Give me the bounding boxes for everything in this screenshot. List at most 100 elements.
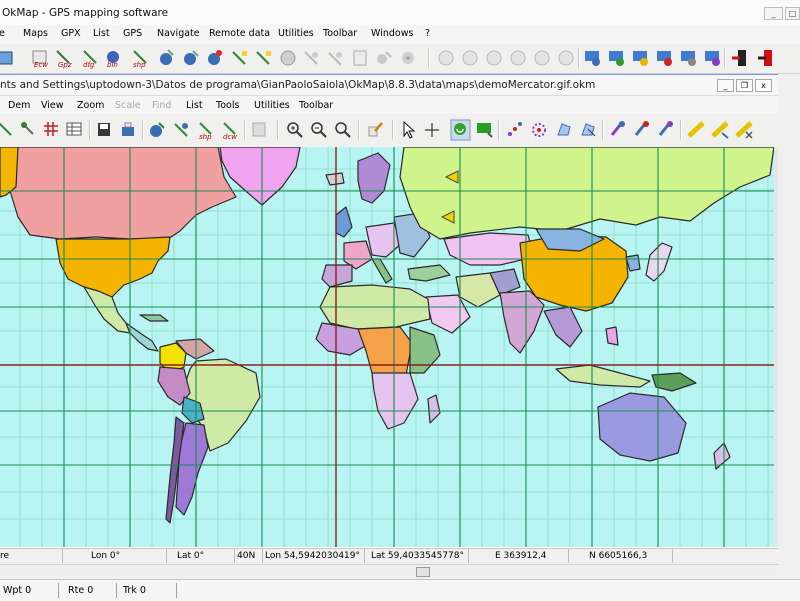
marker-purple-icon[interactable] <box>608 119 629 141</box>
gps-upload-icon[interactable] <box>156 47 177 69</box>
status-info <box>176 583 800 598</box>
waypoint-dots-icon[interactable] <box>505 119 526 141</box>
grid-icon[interactable] <box>41 119 62 141</box>
remote-data-icon[interactable] <box>254 47 275 69</box>
document-menu-bar: Dem View Zoom Scale Find List Tools Util… <box>0 96 778 114</box>
menu-maps[interactable]: Maps <box>23 28 48 39</box>
earth-icon[interactable] <box>302 47 323 69</box>
edit-icon[interactable] <box>365 119 386 141</box>
close-icon[interactable] <box>756 47 777 69</box>
route-gray-icon[interactable] <box>556 47 577 69</box>
doc-menu-zoom[interactable]: Zoom <box>77 100 104 111</box>
map-view[interactable] <box>0 147 774 547</box>
measure-icon[interactable] <box>578 119 599 141</box>
doc-menu-toolbar[interactable]: Toolbar <box>299 100 333 111</box>
document-restore-button[interactable]: ❐ <box>736 79 753 92</box>
gps-download-icon[interactable] <box>180 47 201 69</box>
ruler-icon[interactable] <box>686 119 707 141</box>
tools-icon[interactable] <box>18 119 39 141</box>
print-icon[interactable] <box>350 47 371 69</box>
map-info-icon[interactable] <box>118 119 139 141</box>
gps-green-icon[interactable] <box>606 47 627 69</box>
zoom-out-icon[interactable] <box>308 119 329 141</box>
globe-icon[interactable] <box>436 47 457 69</box>
document-minimize-button[interactable]: _ <box>717 79 734 92</box>
export-icon[interactable] <box>374 47 395 69</box>
network-icon[interactable] <box>460 47 481 69</box>
doc-menu-list[interactable]: List <box>186 100 203 111</box>
document-close-button[interactable]: x <box>755 79 772 92</box>
route-dots-icon[interactable] <box>529 119 550 141</box>
status-lon0: Lon 0° <box>62 549 166 563</box>
doc-menu-find[interactable]: Find <box>152 100 171 111</box>
maximize-button[interactable]: □ <box>785 7 800 20</box>
zoom-fit-icon[interactable] <box>332 119 353 141</box>
cursor-icon[interactable] <box>422 119 443 141</box>
gps-status-icon[interactable] <box>474 119 495 141</box>
doc-menu-tools[interactable]: Tools <box>216 100 239 111</box>
gps-yellow-icon[interactable] <box>630 47 651 69</box>
calibrate-icon[interactable] <box>0 119 17 141</box>
app-title-bar[interactable]: OkMap - GPS mapping software _ □ <box>0 0 800 25</box>
satellite-icon[interactable] <box>278 47 299 69</box>
layers-icon[interactable] <box>326 47 347 69</box>
svg-text:dcw: dcw <box>223 133 237 141</box>
save-map-icon[interactable] <box>94 119 115 141</box>
menu-navigate[interactable]: Navigate <box>157 28 200 39</box>
document-title: nts and Settings\uptodown-3\Datos de pro… <box>0 79 596 91</box>
ruler-x-icon[interactable] <box>734 119 755 141</box>
doc-menu-utilities[interactable]: Utilities <box>254 100 290 111</box>
doc-menu-dem[interactable]: Dem <box>8 100 30 111</box>
gps-red-icon[interactable] <box>654 47 675 69</box>
minimize-button[interactable]: _ <box>764 7 783 20</box>
menu-toolbar[interactable]: Toolbar <box>323 28 357 39</box>
gps-icon[interactable] <box>204 47 225 69</box>
zoom-in-icon[interactable] <box>284 119 305 141</box>
settings-icon[interactable] <box>398 47 419 69</box>
menu-utilities[interactable]: Utilities <box>278 28 314 39</box>
pointer-icon[interactable] <box>398 119 419 141</box>
gps-connect-icon[interactable] <box>450 119 471 141</box>
waypoint-gray-icon[interactable] <box>532 47 553 69</box>
menu-gpx[interactable]: GPX <box>61 28 81 39</box>
app-menu-icon[interactable]: e <box>0 28 5 39</box>
menu-remote-data[interactable]: Remote data <box>209 28 270 39</box>
route-icon[interactable]: bin <box>104 47 125 69</box>
marker-blue-icon[interactable] <box>632 119 653 141</box>
map-horizontal-scrollbar[interactable] <box>0 564 778 579</box>
gpx-ecw-icon[interactable]: Ecw <box>30 47 51 69</box>
gps-blue-icon[interactable] <box>582 47 603 69</box>
doc-menu-scale[interactable]: Scale <box>115 100 141 111</box>
ruler-check-icon[interactable] <box>710 119 731 141</box>
menu-list[interactable]: List <box>93 28 110 39</box>
server-icon[interactable] <box>484 47 505 69</box>
document-title-bar[interactable]: nts and Settings\uptodown-3\Datos de pro… <box>0 75 778 96</box>
grid-gray-icon[interactable] <box>508 47 529 69</box>
menu-windows[interactable]: Windows <box>371 28 413 39</box>
status-trk-count: Trk 0 <box>116 583 176 598</box>
wpt-blue-icon[interactable] <box>147 119 168 141</box>
marker-edit-icon[interactable] <box>656 119 677 141</box>
map-document-window[interactable]: nts and Settings\uptodown-3\Datos de pro… <box>0 74 779 580</box>
menu-gps[interactable]: GPS <box>123 28 142 39</box>
dcw-icon[interactable]: dcw <box>220 119 241 141</box>
shp-icon[interactable]: shp <box>196 119 217 141</box>
scroll-thumb[interactable] <box>416 567 430 577</box>
exit-icon[interactable] <box>730 47 751 69</box>
track-icon[interactable]: shp <box>130 47 151 69</box>
waypoint-icon[interactable]: dfg <box>80 47 101 69</box>
doc-menu-view[interactable]: View <box>41 100 64 111</box>
gps-purple-icon[interactable] <box>702 47 723 69</box>
rte-blue-icon[interactable] <box>172 119 193 141</box>
menu-help[interactable]: ? <box>425 28 430 39</box>
navigate-icon[interactable] <box>230 47 251 69</box>
status-lon: Lon 54,5942030419° <box>262 549 364 563</box>
table-icon[interactable] <box>64 119 85 141</box>
app-toolbar: Ecw Gpz dfg bin shp <box>0 44 800 74</box>
polygon-icon[interactable] <box>554 119 575 141</box>
status-empty <box>672 549 778 563</box>
gps-gray-icon[interactable] <box>678 47 699 69</box>
gpx-gpz-icon[interactable]: Gpz <box>54 47 75 69</box>
copy-icon[interactable] <box>249 119 270 141</box>
map-icon[interactable] <box>0 47 15 69</box>
